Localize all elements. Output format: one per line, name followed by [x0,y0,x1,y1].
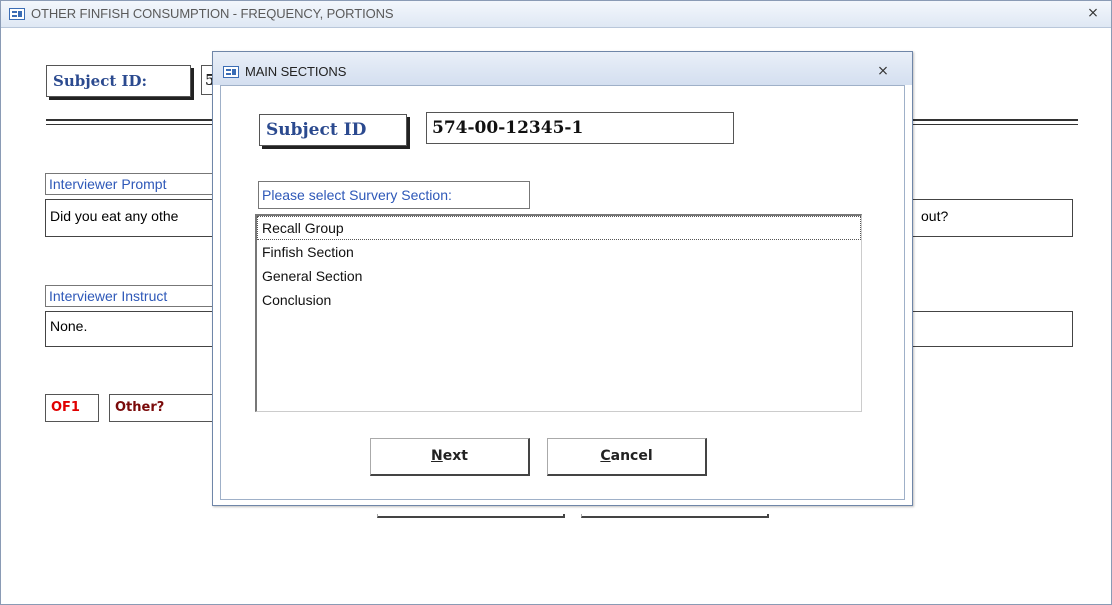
close-icon[interactable]: ⨯ [1083,5,1103,21]
list-item-recall-group[interactable]: Recall Group [257,216,861,240]
form-icon [9,8,25,20]
dialog-title: MAIN SECTIONS [245,64,347,79]
list-item-finfish-section[interactable]: Finfish Section [257,240,861,264]
list-item-conclusion[interactable]: Conclusion [257,288,861,312]
subject-id-label: Subject ID: [46,65,191,97]
prompt-text-right: out? [913,199,1073,237]
divider-left [46,119,216,125]
dialog-subject-id-label: Subject ID [259,114,407,146]
dialog-close-icon[interactable]: ⨯ [873,63,893,79]
main-sections-dialog: MAIN SECTIONS ⨯ Subject ID 574-00-12345-… [212,51,913,506]
cancel-label-rest: ancel [610,448,653,464]
cancel-button[interactable]: Cancel [547,438,707,476]
interviewer-instructions-label: Interviewer Instruct [45,285,215,307]
next-label-rest: ext [442,448,468,464]
instructions-text-right [913,311,1073,347]
background-button-2[interactable] [581,514,769,518]
background-titlebar[interactable]: OTHER FINFISH CONSUMPTION - FREQUENCY, P… [1,1,1111,28]
next-button[interactable]: Next [370,438,530,476]
next-accel: N [431,448,443,464]
background-button-1[interactable] [377,514,565,518]
question-code-label: OF1 [45,394,99,422]
instructions-text: None. [45,311,215,347]
dialog-subject-id-field[interactable]: 574-00-12345-1 [426,112,734,144]
interviewer-prompt-label: Interviewer Prompt [45,173,215,195]
survey-section-prompt: Please select Survery Section: [258,181,530,209]
survey-section-listbox[interactable]: Recall Group Finfish Section General Sec… [255,214,862,412]
dialog-form-icon [223,66,239,78]
list-item-general-section[interactable]: General Section [257,264,861,288]
cancel-accel: C [600,448,611,464]
dialog-body: Subject ID 574-00-12345-1 Please select … [220,85,905,500]
dialog-titlebar[interactable]: MAIN SECTIONS ⨯ [213,52,912,85]
prompt-text-left: Did you eat any othe [45,199,215,237]
question-label: Other? [109,394,215,422]
divider-right [913,119,1078,125]
background-window-title: OTHER FINFISH CONSUMPTION - FREQUENCY, P… [31,6,394,21]
